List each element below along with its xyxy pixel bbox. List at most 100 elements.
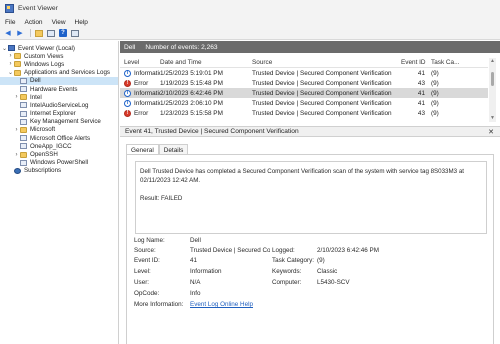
tree-item-oneapp-igcc[interactable]: OneApp_IGCC bbox=[0, 142, 118, 150]
tree-item-label: Windows Logs bbox=[24, 60, 65, 68]
tree-item-label: OpenSSH bbox=[30, 151, 58, 159]
menu-file[interactable]: File bbox=[5, 19, 15, 26]
column-date[interactable]: Date and Time bbox=[160, 59, 252, 66]
event-id-cell: 41 bbox=[417, 69, 425, 77]
log-icon bbox=[20, 118, 27, 125]
scroll-up-icon[interactable]: ▲ bbox=[489, 58, 496, 65]
show-hide-console-tree-button[interactable] bbox=[46, 29, 56, 38]
event-level-text: Information bbox=[134, 69, 160, 77]
event-list-scrollbar[interactable]: ▲ ▼ bbox=[489, 58, 496, 122]
event-task-cell: (9) bbox=[431, 79, 439, 87]
toolbar-separator bbox=[30, 29, 31, 37]
source-value: Trusted Device | Secured Cor bbox=[190, 247, 270, 254]
computer-label: Computer: bbox=[272, 279, 302, 286]
event-level-cell: ! Error bbox=[120, 109, 160, 117]
chevron-right-icon[interactable]: › bbox=[7, 53, 14, 59]
tree-item-microsoft-office-alerts[interactable]: Microsoft Office Alerts bbox=[0, 134, 118, 142]
column-source[interactable]: Source bbox=[252, 59, 401, 66]
tree-item-label: Windows PowerShell bbox=[30, 159, 89, 167]
menu-action[interactable]: Action bbox=[24, 19, 42, 26]
event-id-label: Event ID: bbox=[134, 257, 160, 264]
event-task-cell: (9) bbox=[431, 69, 439, 77]
scroll-thumb[interactable] bbox=[491, 72, 494, 86]
tree-item-windows-powershell[interactable]: Windows PowerShell bbox=[0, 159, 118, 167]
column-event-id[interactable]: Event ID bbox=[401, 59, 427, 66]
folder-icon bbox=[20, 151, 27, 158]
event-id-cell: 43 bbox=[417, 79, 425, 87]
tree-item-custom-views[interactable]: › Custom Views bbox=[0, 52, 118, 60]
forward-button[interactable]: ▶ bbox=[15, 29, 25, 38]
keywords-value: Classic bbox=[317, 268, 338, 275]
log-pane-header: Dell Number of events: 2,263 bbox=[120, 41, 500, 53]
tree-item-hardware-events[interactable]: Hardware Events bbox=[0, 85, 118, 93]
tree-item-microsoft[interactable]: › Microsoft bbox=[0, 126, 118, 134]
event-detail-header: Event 41, Trusted Device | Secured Compo… bbox=[120, 126, 500, 137]
menu-view[interactable]: View bbox=[52, 19, 66, 26]
tree-item-openssh[interactable]: › OpenSSH bbox=[0, 150, 118, 158]
opcode-label: OpCode: bbox=[134, 290, 160, 297]
description-text: Dell Trusted Device has completed a Secu… bbox=[140, 168, 464, 185]
chevron-right-icon[interactable]: › bbox=[7, 61, 14, 67]
task-category-value: (9) bbox=[317, 257, 325, 264]
tree-item-event-viewer-local[interactable]: ⌄ Event Viewer (Local) bbox=[0, 44, 118, 52]
tree-item-key-management-service[interactable]: Key Management Service bbox=[0, 118, 118, 126]
information-icon: i bbox=[124, 89, 131, 97]
up-level-button[interactable] bbox=[34, 29, 44, 38]
event-list-header: Level Date and Time Source Event ID Task… bbox=[120, 58, 488, 68]
menu-help[interactable]: Help bbox=[75, 19, 88, 26]
level-label: Level: bbox=[134, 268, 151, 275]
event-date-cell: 1/25/2023 5:19:01 PM bbox=[160, 69, 223, 77]
column-level[interactable]: Level bbox=[120, 59, 160, 66]
event-log-online-help-link[interactable]: Event Log Online Help bbox=[190, 301, 253, 308]
tree-item-label: Event Viewer (Local) bbox=[18, 44, 75, 52]
chevron-down-icon[interactable]: ⌄ bbox=[7, 69, 14, 76]
tree-item-subscriptions[interactable]: Subscriptions bbox=[0, 167, 118, 175]
event-date-cell: 1/25/2023 2:06:10 PM bbox=[160, 99, 223, 107]
chevron-down-icon[interactable]: ⌄ bbox=[1, 45, 8, 52]
event-level-text: Information bbox=[134, 99, 160, 107]
event-row[interactable]: iInformation2/10/2023 6:42:46 PM Trusted … bbox=[120, 88, 488, 98]
chevron-right-icon[interactable]: › bbox=[13, 94, 20, 100]
tree-item-label: OneApp_IGCC bbox=[30, 142, 72, 150]
back-button[interactable]: ◀ bbox=[3, 29, 13, 38]
column-task-category[interactable]: Task Ca... bbox=[427, 59, 472, 66]
folder-icon bbox=[20, 126, 27, 133]
scroll-down-icon[interactable]: ▼ bbox=[489, 115, 496, 122]
event-description: Dell Trusted Device has completed a Secu… bbox=[135, 161, 487, 234]
event-row[interactable]: ! Error 1/19/2023 5:15:48 PM Trusted Device… bbox=[120, 78, 488, 88]
forward-arrow-icon: ▶ bbox=[17, 29, 23, 37]
chevron-right-icon[interactable]: › bbox=[13, 152, 20, 158]
action-pane-icon bbox=[71, 29, 79, 37]
chevron-right-icon[interactable]: › bbox=[13, 127, 20, 133]
computer-value: L5430-SCV bbox=[317, 279, 350, 286]
tree-item-windows-logs[interactable]: › Windows Logs bbox=[0, 60, 118, 68]
tree-item-label: Microsoft bbox=[30, 126, 56, 134]
tree-item-intel[interactable]: › Intel bbox=[0, 93, 118, 101]
tree-item-intelaudioservicelog[interactable]: IntelAudioServiceLog bbox=[0, 101, 118, 109]
opcode-value: Info bbox=[190, 290, 201, 297]
tree-item-dell[interactable]: Dell bbox=[0, 76, 118, 85]
event-source-cell: Trusted Device | Secured Component Verif… bbox=[252, 99, 392, 107]
event-task-cell: (9) bbox=[431, 109, 439, 117]
help-button[interactable]: ? bbox=[58, 29, 68, 38]
event-row[interactable]: iInformation1/25/2023 2:06:10 PM Trusted … bbox=[120, 98, 488, 108]
event-count: Number of events: 2,263 bbox=[145, 43, 218, 51]
level-value: Information bbox=[190, 268, 222, 275]
event-source-cell: Trusted Device | Secured Component Verif… bbox=[252, 89, 392, 97]
event-task-cell: (9) bbox=[431, 89, 439, 97]
event-row[interactable]: ! Error 1/23/2023 5:15:58 PM Trusted Device… bbox=[120, 108, 488, 118]
event-source-cell: Trusted Device | Secured Component Verif… bbox=[252, 79, 392, 87]
more-information-label: More Information: bbox=[134, 301, 184, 308]
event-viewer-icon bbox=[8, 45, 15, 52]
information-icon: i bbox=[124, 99, 131, 107]
event-level-text: Information bbox=[134, 89, 160, 97]
close-icon[interactable]: ✕ bbox=[488, 128, 494, 136]
show-hide-action-pane-button[interactable] bbox=[70, 29, 80, 38]
tree-item-applications-and-services-logs[interactable]: ⌄ Applications and Services Logs bbox=[0, 69, 118, 77]
log-icon bbox=[20, 102, 27, 109]
user-label: User: bbox=[134, 279, 150, 286]
tree-item-internet-explorer[interactable]: Internet Explorer bbox=[0, 110, 118, 118]
log-icon bbox=[20, 86, 27, 93]
help-icon: ? bbox=[59, 29, 67, 37]
event-row[interactable]: iInformation1/25/2023 5:19:01 PM Trusted … bbox=[120, 68, 488, 78]
